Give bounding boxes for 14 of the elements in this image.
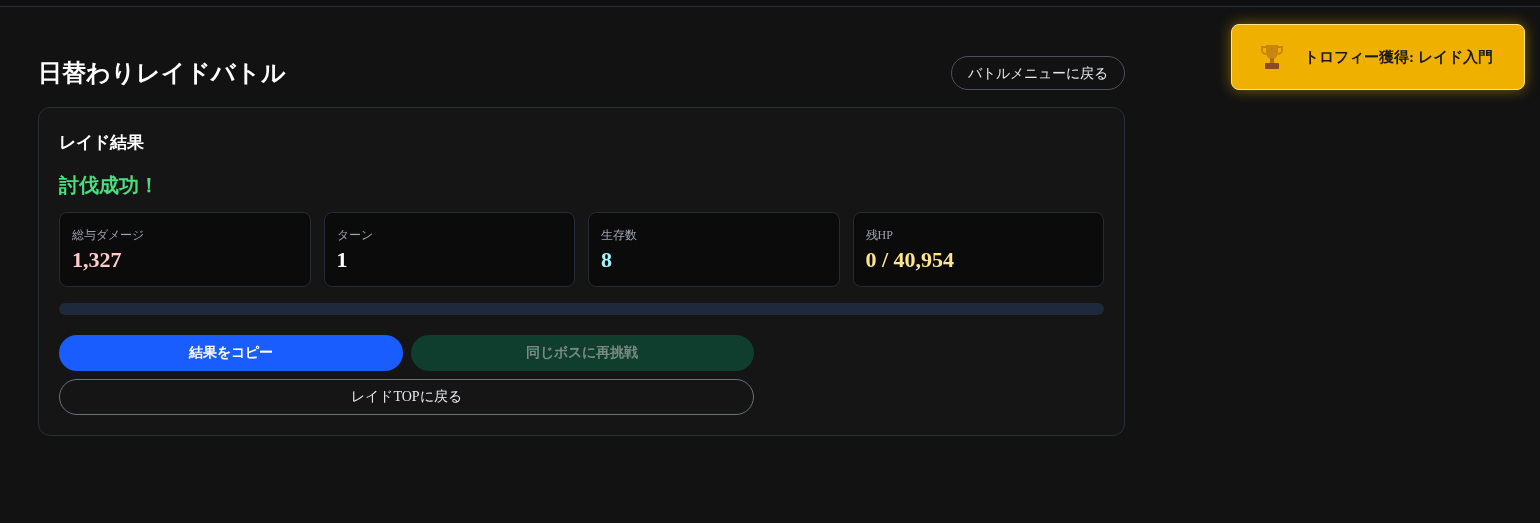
stat-label: 残HP	[865, 226, 894, 244]
stat-label: ターン	[336, 226, 374, 244]
outcome-text: 討伐成功！	[59, 172, 160, 198]
action-button[interactable]: 結果をコピー	[59, 334, 403, 371]
stat-value: 0 / 40,954	[865, 245, 956, 273]
card-heading: レイド結果	[59, 132, 145, 154]
trophy-icon	[1260, 43, 1284, 71]
stat-value: 1	[336, 245, 349, 273]
stat-value: 1,327	[72, 245, 123, 273]
stat-value: 8	[601, 245, 613, 273]
stat-label: 生存数	[601, 226, 638, 244]
stat-label: 総与ダメージ	[72, 226, 145, 244]
toast-text: トロフィー獲得: レイド入門	[1304, 47, 1493, 67]
page-title: 日替わりレイドバトル	[38, 59, 286, 88]
